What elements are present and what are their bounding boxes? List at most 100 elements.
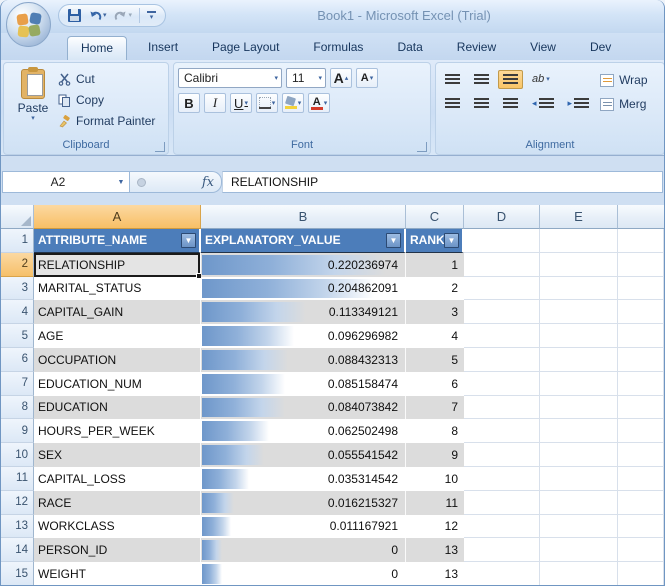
selection-fill-handle[interactable] xyxy=(196,273,201,278)
empty-cell[interactable] xyxy=(618,396,664,420)
cell-rank[interactable]: 3 xyxy=(406,300,464,324)
tab-formulas[interactable]: Formulas xyxy=(300,36,376,60)
orientation-button[interactable]: ab ▾ xyxy=(527,69,555,89)
empty-cell[interactable] xyxy=(540,443,618,467)
cell-rank[interactable]: 5 xyxy=(406,348,464,372)
chevron-down-icon[interactable]: ▾ xyxy=(315,75,325,82)
cell-explanatory-value[interactable]: 0 xyxy=(201,562,406,586)
cell-attribute-name[interactable]: OCCUPATION xyxy=(34,348,201,372)
cell-rank[interactable]: 9 xyxy=(406,443,464,467)
shrink-font-button[interactable]: A ▾ xyxy=(356,68,378,88)
tab-review[interactable]: Review xyxy=(444,36,509,60)
row-number[interactable]: 14 xyxy=(1,538,34,562)
cell-attribute-name[interactable]: EDUCATION xyxy=(34,396,201,420)
cell-explanatory-value[interactable]: 0.062502498 xyxy=(201,419,406,443)
cell-attribute-name[interactable]: PERSON_ID xyxy=(34,538,201,562)
cell-rank[interactable]: 11 xyxy=(406,491,464,515)
cell-attribute-name[interactable]: AGE xyxy=(34,324,201,348)
merge-center-button[interactable]: Merg xyxy=(600,95,647,113)
format-painter-button[interactable]: Format Painter xyxy=(58,112,164,130)
empty-cell[interactable] xyxy=(540,229,618,253)
font-dialog-launcher-icon[interactable] xyxy=(417,142,427,152)
filter-dropdown-icon[interactable]: ▼ xyxy=(181,233,196,248)
row-number[interactable]: 8 xyxy=(1,396,34,420)
align-right-button[interactable] xyxy=(498,94,523,113)
filter-dropdown-icon[interactable]: ▼ xyxy=(386,233,401,248)
column-header-D[interactable]: D xyxy=(464,205,540,229)
empty-cell[interactable] xyxy=(464,300,540,324)
borders-button[interactable]: ▾ xyxy=(256,93,278,113)
tab-home[interactable]: Home xyxy=(67,36,127,60)
cell-attribute-name[interactable]: EDUCATION_NUM xyxy=(34,372,201,396)
row-number[interactable]: 2 xyxy=(1,253,34,277)
empty-cell[interactable] xyxy=(464,253,540,277)
empty-cell[interactable] xyxy=(464,443,540,467)
bold-button[interactable]: B xyxy=(178,93,200,113)
paste-caret-icon[interactable]: ▾ xyxy=(31,115,35,122)
row-number[interactable]: 7 xyxy=(1,372,34,396)
cell-attribute-name[interactable]: CAPITAL_LOSS xyxy=(34,467,201,491)
italic-button[interactable]: I xyxy=(204,93,226,113)
middle-align-button[interactable] xyxy=(469,70,494,89)
cell-attribute-name[interactable]: RACE xyxy=(34,491,201,515)
column-header-B[interactable]: B xyxy=(201,205,406,229)
tab-view[interactable]: View xyxy=(517,36,569,60)
empty-cell[interactable] xyxy=(618,467,664,491)
decrease-indent-button[interactable]: ◂ xyxy=(527,94,559,113)
empty-cell[interactable] xyxy=(540,277,618,301)
empty-cell[interactable] xyxy=(464,562,540,586)
redo-button[interactable]: ▾ xyxy=(114,10,133,22)
align-left-button[interactable] xyxy=(440,94,465,113)
cell-explanatory-value[interactable]: 0.084073842 xyxy=(201,396,406,420)
column-header-C[interactable]: C xyxy=(406,205,464,229)
cell-explanatory-value[interactable]: 0.220236974 xyxy=(201,253,406,277)
cell-rank[interactable]: 8 xyxy=(406,419,464,443)
cell-attribute-name[interactable]: MARITAL_STATUS xyxy=(34,277,201,301)
cell-rank[interactable]: 6 xyxy=(406,372,464,396)
empty-cell[interactable] xyxy=(464,229,540,253)
cell-rank[interactable]: 13 xyxy=(406,562,464,586)
center-button[interactable] xyxy=(469,94,494,113)
empty-cell[interactable] xyxy=(618,515,664,539)
empty-cell[interactable] xyxy=(540,348,618,372)
empty-cell[interactable] xyxy=(540,396,618,420)
empty-cell[interactable] xyxy=(618,253,664,277)
copy-button[interactable]: Copy xyxy=(58,91,164,109)
empty-cell[interactable] xyxy=(464,491,540,515)
column-header-stub[interactable] xyxy=(618,205,664,229)
empty-cell[interactable] xyxy=(618,538,664,562)
chevron-down-icon[interactable]: ▾ xyxy=(271,75,281,82)
font-name-combo[interactable]: Calibri ▾ xyxy=(178,68,282,88)
row-number[interactable]: 10 xyxy=(1,443,34,467)
empty-cell[interactable] xyxy=(540,300,618,324)
empty-cell[interactable] xyxy=(464,467,540,491)
empty-cell[interactable] xyxy=(540,467,618,491)
cut-button[interactable]: Cut xyxy=(58,70,164,88)
empty-cell[interactable] xyxy=(464,324,540,348)
empty-cell[interactable] xyxy=(540,538,618,562)
cell-rank[interactable]: 13 xyxy=(406,538,464,562)
empty-cell[interactable] xyxy=(464,348,540,372)
row-number[interactable]: 5 xyxy=(1,324,34,348)
tab-insert[interactable]: Insert xyxy=(135,36,191,60)
font-size-combo[interactable]: 11 ▾ xyxy=(286,68,326,88)
cell-explanatory-value[interactable]: 0 xyxy=(201,538,406,562)
empty-cell[interactable] xyxy=(540,562,618,586)
top-align-button[interactable] xyxy=(440,70,465,89)
column-header-E[interactable]: E xyxy=(540,205,618,229)
row-number[interactable]: 13 xyxy=(1,515,34,539)
name-box[interactable]: A2 ▼ xyxy=(2,171,130,193)
rank-header[interactable]: RANK▼ xyxy=(406,229,464,253)
cell-explanatory-value[interactable]: 0.088432313 xyxy=(201,348,406,372)
empty-cell[interactable] xyxy=(464,277,540,301)
empty-cell[interactable] xyxy=(618,277,664,301)
row-number[interactable]: 4 xyxy=(1,300,34,324)
cell-rank[interactable]: 12 xyxy=(406,515,464,539)
row-number[interactable]: 6 xyxy=(1,348,34,372)
empty-cell[interactable] xyxy=(618,324,664,348)
underline-button[interactable]: U ▾ xyxy=(230,93,252,113)
cell-rank[interactable]: 10 xyxy=(406,467,464,491)
cell-rank[interactable]: 7 xyxy=(406,396,464,420)
cell-attribute-name[interactable]: RELATIONSHIP xyxy=(34,253,201,277)
cell-explanatory-value[interactable]: 0.113349121 xyxy=(201,300,406,324)
